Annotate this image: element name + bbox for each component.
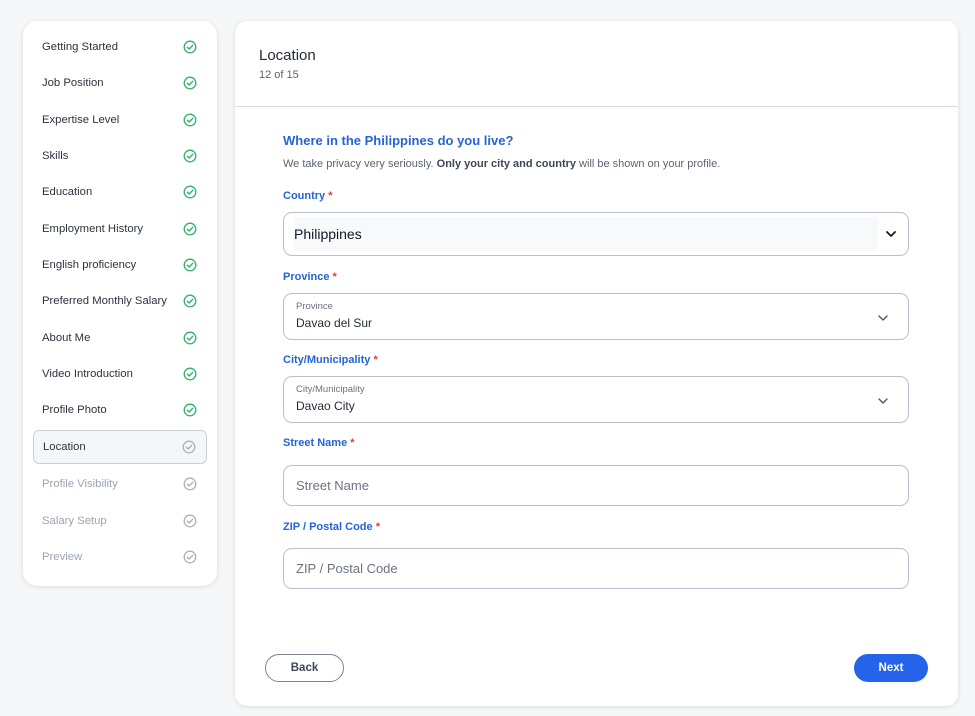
sidebar-item-english-proficiency[interactable]: English proficiency (23, 247, 217, 283)
province-floating-label: Province (296, 301, 333, 312)
city-label: City/Municipality * (283, 354, 378, 366)
required-mark: * (332, 271, 337, 283)
required-mark: * (350, 437, 355, 449)
sidebar-item-salary-setup[interactable]: Salary Setup (23, 503, 217, 539)
sidebar-item-label: Expertise Level (42, 113, 120, 126)
check-circle-icon (183, 514, 197, 528)
sidebar-item-label: Profile Photo (42, 404, 107, 417)
check-circle-icon (183, 331, 197, 345)
sidebar-item-label: Preferred Monthly Salary (42, 295, 167, 308)
sidebar-item-expertise-level[interactable]: Expertise Level (23, 102, 217, 138)
privacy-note-bold: Only your city and country (436, 158, 576, 170)
check-circle-icon (183, 367, 197, 381)
next-button[interactable]: Next (854, 654, 928, 682)
country-label-text: Country (283, 190, 326, 202)
check-circle-icon (183, 113, 197, 127)
province-select[interactable]: Province Davao del Sur (283, 293, 909, 340)
city-floating-label: City/Municipality (296, 384, 365, 395)
zip-field[interactable] (283, 548, 909, 589)
province-label: Province * (283, 271, 337, 283)
sidebar-item-label: Education (42, 186, 93, 199)
check-circle-icon (183, 477, 197, 491)
sidebar-item-preferred-monthly-salary[interactable]: Preferred Monthly Salary (23, 283, 217, 319)
zip-label-text: ZIP / Postal Code (283, 521, 373, 533)
step-sidebar: Getting Started Job Position Expertise L… (23, 21, 217, 586)
street-label: Street Name * (283, 437, 355, 449)
country-label: Country * (283, 190, 333, 202)
required-mark: * (328, 190, 333, 202)
privacy-note: We take privacy very seriously. Only you… (283, 158, 909, 170)
check-circle-icon (183, 294, 197, 308)
province-label-text: Province (283, 271, 330, 283)
sidebar-item-label: Video Introduction (42, 367, 133, 380)
privacy-note-pre: We take privacy very seriously. (283, 158, 437, 170)
check-circle-icon (183, 185, 197, 199)
zip-label: ZIP / Postal Code * (283, 521, 380, 533)
sidebar-item-location[interactable]: Location (33, 430, 207, 465)
sidebar-item-employment-history[interactable]: Employment History (23, 210, 217, 246)
street-input[interactable] (296, 478, 908, 493)
country-select[interactable]: Philippines (283, 212, 909, 256)
chevron-down-icon (876, 394, 890, 408)
check-circle-icon (183, 403, 197, 417)
city-value: Davao City (296, 399, 355, 413)
city-select[interactable]: City/Municipality Davao City (283, 376, 909, 423)
chevron-down-icon (876, 311, 890, 325)
check-circle-icon (183, 76, 197, 90)
sidebar-item-label: Salary Setup (42, 514, 107, 527)
required-mark: * (375, 521, 380, 533)
street-field[interactable] (283, 465, 909, 506)
step-counter: 12 of 15 (259, 69, 299, 81)
check-circle-icon (183, 222, 197, 236)
page-title: Location (259, 47, 316, 64)
sidebar-item-profile-photo[interactable]: Profile Photo (23, 392, 217, 428)
sidebar-item-skills[interactable]: Skills (23, 138, 217, 174)
chevron-down-icon (884, 227, 898, 241)
sidebar-item-preview[interactable]: Preview (23, 539, 217, 575)
province-value: Davao del Sur (296, 316, 373, 330)
privacy-note-post: will be shown on your profile. (576, 158, 721, 170)
sidebar-item-label: Preview (42, 551, 83, 563)
sidebar-item-label: About Me (42, 331, 91, 344)
country-value: Philippines (294, 217, 878, 251)
sidebar-item-label: English proficiency (42, 258, 137, 271)
check-circle-icon (182, 440, 196, 454)
check-circle-icon (183, 550, 197, 564)
sidebar-item-about-me[interactable]: About Me (23, 319, 217, 355)
city-label-text: City/Municipality (283, 354, 371, 366)
sidebar-item-label: Job Position (42, 77, 104, 90)
required-mark: * (373, 354, 378, 366)
location-form-card: Location 12 of 15 Where in the Philippin… (235, 21, 958, 706)
sidebar-item-label: Getting Started (42, 41, 118, 54)
sidebar-item-job-position[interactable]: Job Position (23, 65, 217, 101)
sidebar-item-label: Profile Visibility (42, 478, 118, 491)
sidebar-item-label: Location (43, 441, 86, 454)
street-label-text: Street Name (283, 437, 348, 449)
check-circle-icon (183, 258, 197, 272)
question-title: Where in the Philippines do you live? (283, 133, 514, 148)
sidebar-item-label: Skills (42, 150, 69, 163)
sidebar-item-label: Employment History (42, 222, 144, 235)
sidebar-item-education[interactable]: Education (23, 174, 217, 210)
check-circle-icon (183, 149, 197, 163)
card-header: Location 12 of 15 (235, 21, 958, 107)
sidebar-item-getting-started[interactable]: Getting Started (23, 29, 217, 65)
location-form: Where in the Philippines do you live? We… (283, 133, 909, 589)
sidebar-item-video-introduction[interactable]: Video Introduction (23, 356, 217, 392)
back-button[interactable]: Back (265, 654, 344, 682)
sidebar-item-profile-visibility[interactable]: Profile Visibility (23, 466, 217, 502)
check-circle-icon (183, 40, 197, 54)
zip-input[interactable] (296, 561, 908, 576)
